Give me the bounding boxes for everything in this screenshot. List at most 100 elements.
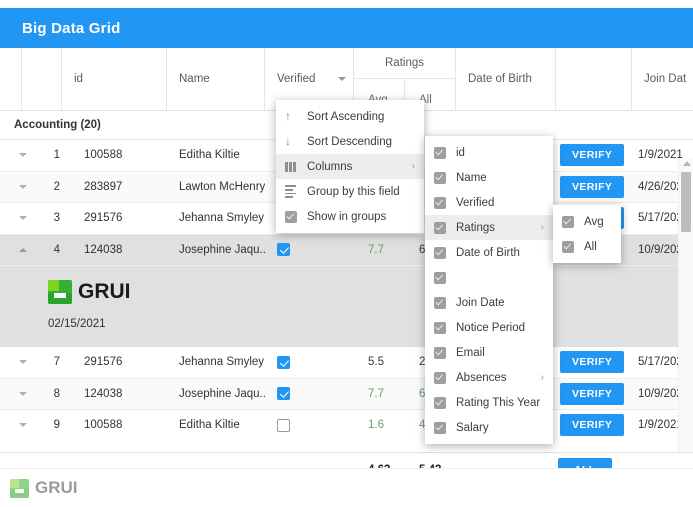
ratings-item-avg[interactable]: Avg [553,209,621,234]
checkbox-icon[interactable] [433,321,446,334]
row-expander[interactable] [0,347,46,378]
cell-id: 100588 [84,149,123,162]
verify-button[interactable]: VERIFY [560,351,625,374]
header-joindate[interactable]: Join Dat [632,48,693,110]
chevron-down-icon[interactable] [19,391,27,396]
header-name-label: Name [179,73,210,85]
menu-item-show-in-groups[interactable]: Show in groups [276,204,424,229]
checkbox-icon[interactable] [433,146,446,159]
row-number: 9 [53,419,60,432]
menu-item-sort-ascending[interactable]: Sort Ascending [276,104,424,129]
cell-id: 291576 [84,356,123,369]
verified-checkbox[interactable] [277,243,290,257]
header-id-label: id [74,73,83,85]
verified-checkbox[interactable] [277,387,290,401]
cell-rating-avg: 7.7 [368,243,384,256]
row-expander[interactable] [0,140,46,171]
checkbox-icon[interactable] [433,271,446,284]
chevron-right-icon: › [411,161,415,172]
columns-item-ratings[interactable]: Ratings › [425,215,553,240]
checkbox-icon[interactable] [433,396,446,409]
cell-verified[interactable] [265,379,354,410]
columns-item-name[interactable]: Name [425,165,553,190]
cell-verified[interactable] [265,347,354,378]
cell-verify-action[interactable]: VERIFY [560,172,632,203]
checkbox-icon[interactable] [433,296,446,309]
row-expander[interactable] [0,410,46,441]
table-row[interactable]: 8 124038 Josephine Jaqu... 7.7 6.2 VERIF… [0,378,693,410]
arrow-up-icon [284,109,297,123]
cell-verify-action[interactable]: VERIFY [560,410,632,441]
menu-item-sort-descending[interactable]: Sort Descending [276,129,424,154]
row-number: 8 [53,387,60,400]
cell-verified[interactable] [265,410,354,441]
cell-name: Josephine Jaqu... [179,387,265,400]
table-row[interactable]: 9 100588 Editha Kiltie 1.6 4.5 VERIFY 1/… [0,410,693,441]
chevron-down-icon[interactable] [19,423,27,428]
checkbox-icon[interactable] [561,240,574,253]
chevron-down-icon[interactable] [19,184,27,189]
columns-item-join-date[interactable]: Join Date [425,290,553,315]
columns-submenu[interactable]: id Name Verified Ratings › Date of Birth… [425,136,553,444]
columns-item-absences[interactable]: Absences › [425,365,553,390]
header-name[interactable]: Name [167,48,265,110]
cell-name: Lawton McHenry [179,180,265,193]
columns-item-id[interactable]: id [425,140,553,165]
arrow-down-icon [284,134,297,148]
cell-id: 283897 [84,180,123,193]
ratings-submenu[interactable]: Avg All [553,205,621,263]
chevron-up-icon[interactable] [19,247,27,252]
chevron-down-icon[interactable] [19,216,27,221]
cell-id: 100588 [84,419,123,432]
detail-date: 02/15/2021 [48,318,106,330]
columns-item-rating-this-year[interactable]: Rating This Year [425,390,553,415]
row-number: 3 [53,212,60,225]
row-expander[interactable] [0,172,46,203]
columns-item-date-of-birth[interactable]: Date of Birth [425,240,553,265]
columns-item-email[interactable]: Email [425,340,553,365]
cell-verify-action[interactable]: VERIFY [560,347,632,378]
checkbox-icon[interactable] [433,196,446,209]
menu-item-group-by-this-field[interactable]: Group by this field [276,179,424,204]
checkbox-icon[interactable] [433,371,446,384]
header-id[interactable]: id [62,48,167,110]
chevron-down-icon[interactable] [19,153,27,158]
header-dob[interactable]: Date of Birth [456,48,556,110]
verified-checkbox[interactable] [277,355,290,369]
chevron-down-icon[interactable] [338,77,346,81]
menu-item-columns[interactable]: Columns › [276,154,424,179]
verify-button[interactable]: VERIFY [560,175,625,198]
column-context-menu[interactable]: Sort Ascending Sort Descending Columns ›… [276,100,424,233]
columns-item-unnamed[interactable] [425,265,553,290]
verify-button[interactable]: VERIFY [560,382,625,405]
cell-name: Editha Kiltie [179,419,240,432]
row-expander[interactable] [0,379,46,410]
cell-verify-action[interactable]: VERIFY [560,140,632,171]
cell-verified[interactable] [265,235,354,266]
scrollbar-thumb[interactable] [681,172,691,232]
verified-checkbox[interactable] [277,418,290,432]
cell-verify-action[interactable]: VERIFY [560,379,632,410]
checkbox-icon[interactable] [433,171,446,184]
columns-item-salary[interactable]: Salary [425,415,553,440]
row-expander[interactable] [0,203,46,234]
verify-button[interactable]: VERIFY [560,414,625,437]
columns-item-verified[interactable]: Verified [425,190,553,215]
checkbox-icon[interactable] [284,210,297,223]
header-verify-action [556,48,632,110]
checkbox-icon[interactable] [433,246,446,259]
chevron-down-icon[interactable] [19,360,27,365]
scroll-up-icon[interactable] [683,161,691,166]
table-row[interactable]: 7 291576 Jehanna Smyley 5.5 2.7 VERIFY 5… [0,347,693,379]
row-expander[interactable] [0,235,46,266]
ratings-item-all[interactable]: All [553,234,621,259]
columns-item-notice-period[interactable]: Notice Period [425,315,553,340]
cell-rating-avg: 5.5 [368,356,384,369]
checkbox-icon[interactable] [561,215,574,228]
checkbox-icon[interactable] [433,346,446,359]
verify-button[interactable]: VERIFY [560,144,625,167]
checkbox-icon[interactable] [433,221,446,234]
header-verified-label: Verified [277,73,316,85]
checkbox-icon[interactable] [433,421,446,434]
vertical-scrollbar[interactable] [678,158,693,495]
